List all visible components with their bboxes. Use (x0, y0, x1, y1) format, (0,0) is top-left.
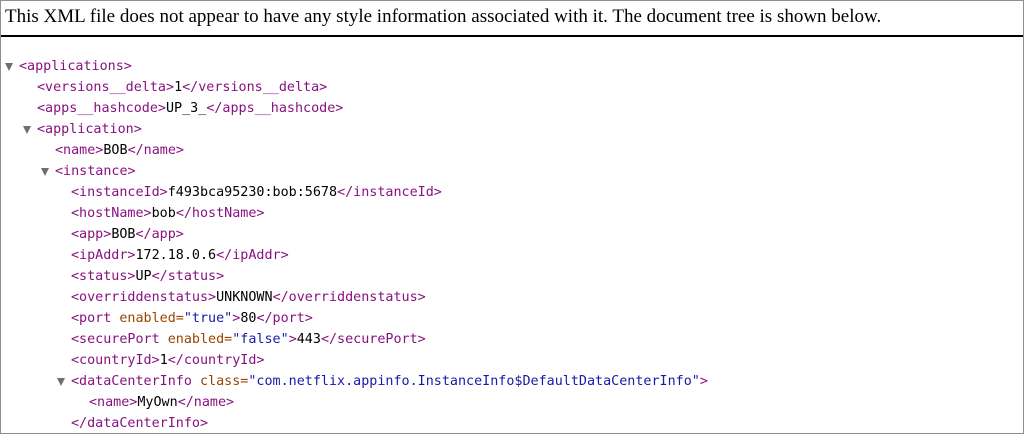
xml-line-name: <name>BOB</name> (55, 143, 184, 158)
xml-line-applications-open: <applications> (19, 59, 132, 74)
xml-line-data-center-info-open: <dataCenterInfo class="com.netflix.appin… (71, 374, 708, 389)
xml-line-host-name: <hostName>bob</hostName> (71, 206, 265, 221)
no-style-info-message: This XML file does not appear to have an… (5, 6, 882, 27)
xml-line-app: <app>BOB</app> (71, 227, 184, 242)
xml-line-dci-name: <name>MyOwn</name> (89, 395, 235, 410)
xml-line-country-id: <countryId>1</countryId> (71, 353, 265, 368)
no-style-info-header: This XML file does not appear to have an… (1, 1, 1023, 37)
xml-line-instance-id: <instanceId>f493bca95230:bob:5678</insta… (71, 185, 442, 200)
xml-line-application-open: <application> (37, 122, 142, 137)
xml-line-status: <status>UP</status> (71, 269, 225, 284)
collapse-toggle-data-center-info-icon[interactable] (57, 378, 65, 386)
xml-line-instance-open: <instance> (55, 164, 136, 179)
collapse-toggle-applications-icon[interactable] (5, 63, 13, 71)
xml-line-apps-hashcode: <apps__hashcode>UP_3_</apps__hashcode> (37, 101, 344, 116)
xml-line-ip-addr: <ipAddr>172.18.0.6</ipAddr> (71, 248, 289, 263)
xml-line-versions-delta: <versions__delta>1</versions__delta> (37, 80, 328, 95)
xml-line-overridden-status: <overriddenstatus>UNKNOWN</overriddensta… (71, 290, 426, 305)
collapse-toggle-application-icon[interactable] (23, 126, 31, 134)
xml-line-secure-port: <securePort enabled="false">443</secureP… (71, 332, 426, 347)
collapse-toggle-instance-icon[interactable] (41, 168, 49, 176)
xml-viewer-page: This XML file does not appear to have an… (0, 0, 1024, 434)
xml-line-data-center-info-close: </dataCenterInfo> (71, 416, 209, 431)
xml-line-port: <port enabled="true">80</port> (71, 311, 313, 326)
